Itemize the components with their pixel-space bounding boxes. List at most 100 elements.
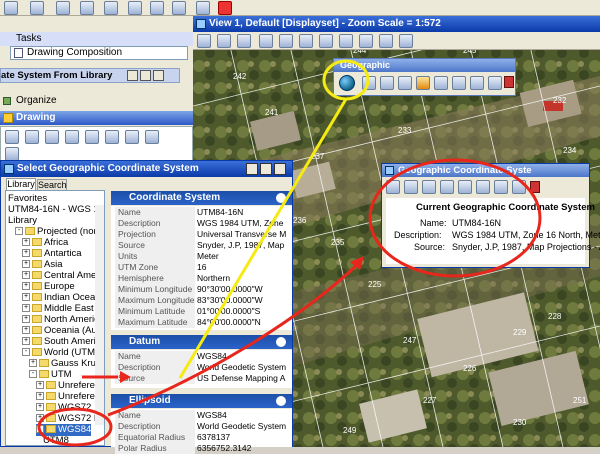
redraw-icon[interactable] — [339, 34, 353, 48]
tree-scrollbar[interactable] — [95, 205, 104, 425]
maximize-button[interactable] — [140, 70, 151, 81]
geo-close-icon[interactable] — [504, 76, 514, 88]
view-icon[interactable] — [150, 1, 164, 15]
pan-icon[interactable] — [237, 34, 251, 48]
globe-tool-icon[interactable] — [458, 180, 472, 194]
app-icon[interactable] — [4, 1, 18, 15]
polyline-tool-icon[interactable] — [45, 130, 59, 144]
save-icon[interactable] — [379, 34, 393, 48]
expand-icon[interactable]: + — [22, 326, 30, 335]
expand-icon[interactable]: + — [29, 359, 37, 368]
help-icon[interactable] — [196, 1, 210, 15]
expand-icon[interactable]: + — [22, 337, 30, 346]
folder-icon — [32, 315, 42, 324]
property-key: Hemisphere — [115, 273, 195, 284]
ellipsoid-section[interactable]: Ellipsoid — [111, 394, 292, 408]
popup-title-bar[interactable]: Geographic Coordinate Syste — [382, 164, 589, 177]
tab-library[interactable]: Library — [6, 178, 36, 190]
minimize-button[interactable] — [127, 70, 138, 81]
parcel-label: 235 — [331, 238, 345, 247]
view-title-bar[interactable]: View 1, Default [Displayset] - Zoom Scal… — [193, 16, 600, 32]
select-icon[interactable] — [259, 34, 273, 48]
full-view-icon[interactable] — [299, 34, 313, 48]
edit-icon[interactable] — [104, 1, 118, 15]
geo-tool-icon[interactable] — [398, 76, 412, 90]
geo-tool-icon[interactable] — [380, 76, 394, 90]
collapse-icon[interactable]: - — [36, 425, 44, 434]
collapse-icon[interactable] — [276, 396, 286, 406]
minimize-button[interactable] — [246, 163, 258, 175]
text-tool-icon[interactable] — [5, 147, 19, 161]
tools-icon[interactable] — [80, 1, 94, 15]
close-button[interactable] — [274, 163, 286, 175]
globe-tool-icon[interactable] — [440, 180, 454, 194]
query-icon[interactable] — [172, 1, 186, 15]
globe-tool-icon[interactable] — [422, 180, 436, 194]
expand-icon[interactable]: + — [22, 271, 30, 280]
stop-icon[interactable] — [218, 1, 232, 15]
point-tool-icon[interactable] — [85, 130, 99, 144]
globe-tool-icon[interactable] — [476, 180, 490, 194]
zoom-box-icon[interactable] — [319, 34, 333, 48]
expand-icon[interactable]: + — [36, 392, 44, 401]
folder-icon — [32, 337, 42, 346]
geo-tool-icon[interactable] — [470, 76, 484, 90]
collapse-icon[interactable] — [276, 193, 286, 203]
zoom-out-icon[interactable] — [217, 34, 231, 48]
expand-icon[interactable]: + — [22, 304, 30, 313]
property-value: WGS84 — [197, 351, 227, 361]
zoom-in-icon[interactable] — [197, 34, 211, 48]
collapse-icon[interactable]: - — [22, 348, 30, 357]
globe-icon[interactable] — [339, 75, 355, 91]
dialog-title-bar[interactable]: Select Geographic Coordinate System — [1, 161, 292, 177]
expand-icon[interactable]: + — [36, 414, 44, 423]
layer-icon[interactable] — [56, 1, 70, 15]
export-icon[interactable] — [399, 34, 413, 48]
expand-icon[interactable]: + — [22, 238, 30, 247]
new-icon[interactable] — [30, 1, 44, 15]
collapse-icon[interactable]: - — [29, 370, 37, 379]
select-tool-icon[interactable] — [5, 130, 19, 144]
geographic-toolbar-title[interactable]: Geographic — [334, 59, 515, 72]
drawing-header[interactable]: Drawing — [0, 111, 193, 125]
geo-tool-icon[interactable] — [452, 76, 466, 90]
property-key: Description — [115, 218, 195, 229]
print-icon[interactable] — [359, 34, 373, 48]
expand-icon[interactable]: + — [22, 260, 30, 269]
tasks-item[interactable]: Drawing Composition — [10, 46, 188, 60]
expand-icon[interactable]: + — [22, 293, 30, 302]
tree-node[interactable]: UTM8 — [43, 435, 69, 445]
maximize-button[interactable] — [260, 163, 272, 175]
popup-close-icon[interactable] — [530, 181, 540, 193]
expand-icon[interactable]: + — [22, 282, 30, 291]
line-tool-icon[interactable] — [25, 130, 39, 144]
tab-search[interactable]: Search — [37, 179, 67, 190]
datum-section[interactable]: Datum — [111, 335, 292, 349]
collapse-icon[interactable]: - — [15, 227, 23, 236]
expand-icon[interactable]: + — [36, 381, 44, 390]
globe-tool-icon[interactable] — [494, 180, 508, 194]
geo-tool-icon[interactable] — [488, 76, 502, 90]
rect-tool-icon[interactable] — [125, 130, 139, 144]
curve-tool-icon[interactable] — [65, 130, 79, 144]
geo-tool-icon[interactable] — [434, 76, 448, 90]
globe-tool-icon[interactable] — [386, 180, 400, 194]
script-icon[interactable] — [128, 1, 142, 15]
globe-tool-icon[interactable] — [404, 180, 418, 194]
folder-icon — [32, 238, 42, 247]
circle-tool-icon[interactable] — [145, 130, 159, 144]
close-button[interactable] — [153, 70, 164, 81]
measure-icon[interactable] — [279, 34, 293, 48]
expand-icon[interactable]: + — [36, 403, 44, 412]
geo-tool-icon[interactable] — [416, 76, 430, 90]
globe-tool-icon[interactable] — [512, 180, 526, 194]
expand-icon[interactable]: + — [22, 249, 30, 258]
node-tool-icon[interactable] — [105, 130, 119, 144]
property-key: Description — [115, 421, 195, 432]
organize-bar[interactable]: Organize — [0, 94, 193, 108]
geo-tool-icon[interactable] — [362, 76, 376, 90]
collapse-icon[interactable] — [276, 337, 286, 347]
coordinate-system-section[interactable]: Coordinate System — [111, 191, 292, 205]
library-tree[interactable]: Favorites UTM84-16N - WGS 19 Library - Proje… — [5, 190, 105, 446]
expand-icon[interactable]: + — [22, 315, 30, 324]
